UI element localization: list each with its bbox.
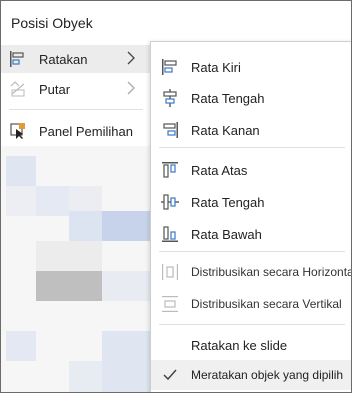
submenu-item-distribute-horizontal[interactable]: Distribusikan secara Horizontal <box>151 257 351 287</box>
menu-item-label: Putar <box>39 82 71 97</box>
slide-background <box>1 146 151 392</box>
align-middle-icon <box>161 194 179 210</box>
distribute-vertical-icon <box>162 296 178 312</box>
submenu-item-label: Rata Tengah <box>191 91 265 106</box>
submenu-item-label: Rata Kanan <box>191 123 260 138</box>
submenu-item-label: Ratakan ke slide <box>191 338 288 353</box>
align-submenu: Rata Kiri Rata Tengah Rata Kanan Rata At… <box>150 41 351 392</box>
menu-separator <box>9 109 143 110</box>
menu-item-ratakan[interactable]: Ratakan <box>1 45 150 73</box>
selection-pane-icon <box>10 123 25 139</box>
align-bottom-icon <box>162 226 178 242</box>
menu-title: Posisi Obyek <box>11 15 93 31</box>
submenu-item-rata-bawah[interactable]: Rata Bawah <box>151 219 351 249</box>
submenu-item-label: Rata Atas <box>191 163 248 178</box>
align-center-icon <box>163 89 177 107</box>
object-position-menu: Posisi Obyek Ratakan Putar Panel Pemilih… <box>1 1 150 146</box>
submenu-item-rata-atas[interactable]: Rata Atas <box>151 155 351 185</box>
submenu-item-label: Rata Bawah <box>191 227 262 242</box>
context-menu-window: Posisi Obyek Ratakan Putar Panel Pemilih… <box>0 0 352 393</box>
check-icon <box>163 369 177 381</box>
submenu-item-rata-tengah-h[interactable]: Rata Tengah <box>151 83 351 113</box>
menu-item-label: Ratakan <box>39 52 88 67</box>
menu-item-putar[interactable]: Putar <box>1 75 150 103</box>
align-left-icon <box>162 59 177 75</box>
align-right-icon <box>163 122 178 138</box>
submenu-separator <box>159 147 345 148</box>
submenu-item-rata-kiri[interactable]: Rata Kiri <box>151 52 351 82</box>
submenu-item-label: Distribusikan secara Horizontal <box>191 265 352 279</box>
submenu-item-rata-kanan[interactable]: Rata Kanan <box>151 115 351 145</box>
submenu-item-label: Rata Kiri <box>191 60 241 75</box>
rotate-icon <box>10 81 25 97</box>
menu-item-panel-pemilihan[interactable]: Panel Pemilihan <box>1 117 150 145</box>
menu-item-label: Panel Pemilihan <box>39 124 133 139</box>
submenu-item-ratakan-ke-slide[interactable]: Ratakan ke slide <box>151 330 351 360</box>
submenu-item-meratakan-objek[interactable]: Meratakan objek yang dipilih <box>151 360 351 390</box>
submenu-separator <box>159 251 345 252</box>
align-icon <box>10 51 24 67</box>
submenu-item-label: Distribusikan secara Vertikal <box>191 297 342 311</box>
chevron-right-icon <box>127 81 135 95</box>
align-top-icon <box>162 162 178 178</box>
submenu-item-rata-tengah-v[interactable]: Rata Tengah <box>151 187 351 217</box>
submenu-item-label: Rata Tengah <box>191 195 265 210</box>
submenu-item-label: Meratakan objek yang dipilih <box>191 368 344 382</box>
submenu-separator <box>159 324 345 325</box>
distribute-horizontal-icon <box>162 264 178 280</box>
submenu-item-distribute-vertical[interactable]: Distribusikan secara Vertikal <box>151 289 351 319</box>
chevron-right-icon <box>127 51 135 65</box>
